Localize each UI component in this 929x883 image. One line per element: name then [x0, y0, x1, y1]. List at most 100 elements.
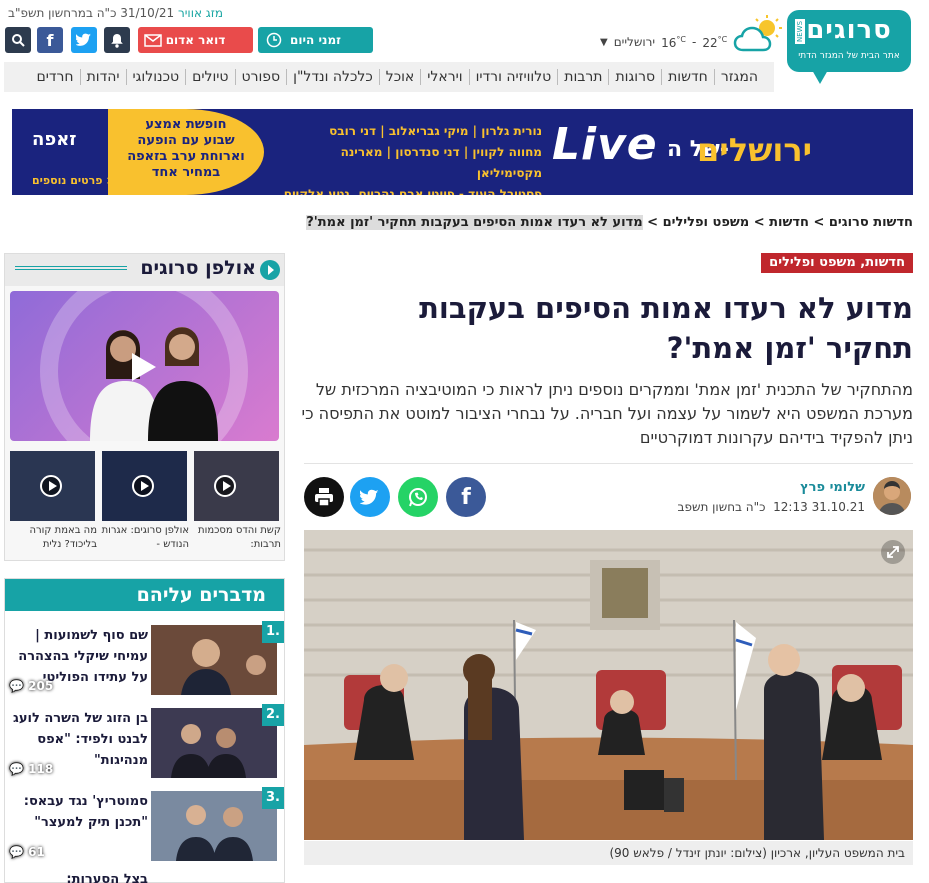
promo-line: במחיר אחד — [151, 165, 221, 180]
play-icon[interactable] — [132, 353, 156, 381]
promo-line: שבוע עם הופעה — [137, 133, 235, 148]
search-button[interactable] — [5, 27, 31, 53]
breadcrumb-current: מדוע לא רעדו אמות הסיפים בעקבות תחקיר 'ז… — [306, 215, 643, 230]
nav-item[interactable]: כלכלה ונדל"ן — [286, 69, 379, 85]
bell-icon — [111, 33, 123, 48]
chevron-down-icon: ▼ — [600, 36, 608, 48]
notifications-button[interactable] — [104, 27, 130, 53]
promo-line: וארוחת ערב בזאפה — [127, 149, 245, 164]
article-title: מדוע לא רעדו אמות הסיפים בעקבות תחקיר 'ז… — [419, 291, 913, 365]
facebook-icon: f — [46, 30, 54, 50]
artist-line: פסטיבל העוד - פיוטי ארם נהריים, נטע אלקי… — [283, 187, 542, 195]
trending-widget: מדברים עליהם 1. 💬 205 שם סוף לשמועות | ע… — [4, 578, 285, 883]
breadcrumb-item[interactable]: משפט ופלילים — [663, 215, 750, 230]
weather-widget[interactable]: ▼ ירושליים 16°C - 22°C — [600, 15, 785, 54]
publish-hebrew-date: כ"ה בחשון תשפב — [677, 500, 766, 514]
nav-item[interactable]: המגזר — [713, 69, 764, 85]
featured-video[interactable] — [10, 291, 279, 441]
nav-item[interactable]: ספורט — [234, 69, 287, 85]
video-thumb[interactable] — [194, 451, 279, 521]
nav-item[interactable]: אוכל — [378, 69, 421, 85]
weather-high: 22°C — [702, 34, 728, 50]
header-lines — [15, 266, 127, 270]
avatar-image — [873, 477, 911, 515]
trending-thumb — [151, 708, 277, 778]
twitter-icon — [76, 33, 91, 46]
artist-line: נורית גלרון | מיקי גבריאלוב | דני רובס — [329, 124, 542, 138]
clock-icon — [266, 32, 282, 48]
video-thumb-caption[interactable]: קשת והדס מסכמות תרבות: — [193, 524, 281, 552]
search-icon — [12, 34, 25, 47]
hebrew-date: 31/10/21 כ"ה במרחשון תשפ"ב — [8, 6, 175, 20]
breadcrumb-item[interactable]: חדשות — [769, 215, 809, 230]
video-thumb[interactable] — [102, 451, 187, 521]
nav-item[interactable]: ויראלי — [420, 69, 468, 85]
print-button[interactable] — [304, 477, 344, 517]
share-twitter-button[interactable] — [350, 477, 390, 517]
trending-item[interactable]: 3. 💬 61 סמוטריץ' נגד עבאס: "תכנן תיק למע… — [5, 787, 284, 863]
nav-item[interactable]: חרדים — [30, 69, 79, 85]
nav-item[interactable]: טיולים — [185, 69, 234, 85]
share-whatsapp-button[interactable] — [398, 477, 438, 517]
video-thumb[interactable] — [10, 451, 95, 521]
mail-icon — [144, 33, 162, 47]
red-alert-button[interactable]: דואר אדום — [138, 27, 253, 53]
zmanei-hayom-label: זמני היום — [290, 33, 341, 47]
trending-rank: 1. — [262, 621, 284, 643]
trending-item[interactable]: 2. 💬 118 בן הזוג של השרה לועג לבנט ולפיד… — [5, 704, 284, 780]
weather-city: ירושליים — [613, 35, 656, 49]
play-circle-icon — [260, 260, 280, 280]
trending-rank: 3. — [262, 787, 284, 809]
logo-badge: NEWS — [795, 18, 805, 44]
video-studio-widget: אולפן סרוגים קשת והדס מסכמות תרבות: אולפ… — [4, 253, 285, 561]
banner-promo: חופשת אמצע שבוע עם הופעה וארוחת ערב בזאפ… — [108, 109, 264, 195]
video-thumb-caption[interactable]: אולפן סרוגים: אגרות הנודש - — [101, 524, 189, 552]
play-icon — [132, 475, 154, 497]
trending-item[interactable]: 1. 💬 205 שם סוף לשמועות | עמיחי שיקלי בה… — [5, 621, 284, 697]
video-thumb-caption[interactable]: מה באמת קורה בליכוד? נלית — [9, 524, 97, 552]
expand-icon[interactable] — [881, 540, 905, 564]
category-badge[interactable]: חדשות, משפט ופלילים — [761, 253, 913, 273]
promo-line: חופשת אמצע — [145, 117, 227, 132]
banner-more-link[interactable]: פרטים נוספים > — [32, 174, 115, 187]
trending-headline: בן הזוג של השרה לועג לבנט ולפיד: "אפס מנ… — [13, 711, 148, 768]
article-photo[interactable] — [304, 530, 913, 840]
date-line: מזג אוויר 31/10/21 כ"ה במרחשון תשפ"ב — [8, 6, 223, 20]
facebook-button[interactable]: f — [37, 27, 63, 53]
nav-item[interactable]: יהדות — [79, 69, 126, 85]
twitter-button[interactable] — [71, 27, 97, 53]
breadcrumb-item[interactable]: חדשות סרוגים — [829, 215, 913, 230]
article-subtitle: מהתחקיר של התכנית 'זמן אמת' וממקרים נוספ… — [301, 380, 913, 447]
breadcrumb-sep: > — [749, 215, 770, 230]
divider — [304, 463, 913, 464]
logo-tagline: אתר הבית של המגזר הדתי — [798, 51, 900, 61]
trending-title: מדברים עליהם — [5, 579, 284, 611]
trending-headline: סמוטריץ' נגד עבאס: "תכנן תיק למעצר" — [23, 794, 148, 830]
share-facebook-button[interactable]: f — [446, 477, 486, 517]
partly-cloudy-icon — [733, 15, 783, 52]
site-logo[interactable]: סרוגים אתר הבית של המגזר הדתי NEWS — [787, 10, 911, 72]
logo-text: סרוגים — [806, 15, 892, 45]
zmanei-hayom-button[interactable]: זמני היום — [258, 27, 373, 53]
printer-icon — [315, 488, 333, 507]
author-name[interactable]: שלומי פרץ — [800, 480, 865, 495]
publish-time: 31.10.21 12:13 — [773, 500, 865, 514]
trending-thumb — [151, 625, 277, 695]
play-icon — [214, 475, 236, 497]
banner-live: Live — [552, 119, 658, 170]
nav-item[interactable]: חדשות — [661, 69, 714, 85]
play-icon — [40, 475, 62, 497]
trending-item[interactable]: בצל הסערות: — [5, 869, 284, 883]
nav-item[interactable]: טלוויזיה ורדיו — [468, 69, 558, 85]
main-nav: המגזר חדשות סרוגות תרבות טלוויזיה ורדיו … — [4, 62, 774, 92]
weather-link[interactable]: מזג אוויר — [178, 6, 223, 20]
author-avatar[interactable] — [873, 477, 911, 515]
nav-item[interactable]: טכנולוגי — [125, 69, 186, 85]
ad-banner[interactable]: זאפה פרטים נוספים > חופשת אמצע שבוע עם ה… — [12, 109, 913, 195]
nav-item[interactable]: סרוגות — [608, 69, 661, 85]
video-widget-header: אולפן סרוגים — [5, 254, 284, 286]
nav-item[interactable]: תרבות — [557, 69, 608, 85]
video-widget-title[interactable]: אולפן סרוגים — [140, 257, 256, 279]
breadcrumb: חדשות סרוגים > חדשות > משפט ופלילים > מד… — [306, 215, 913, 230]
supreme-court-image — [304, 530, 913, 840]
